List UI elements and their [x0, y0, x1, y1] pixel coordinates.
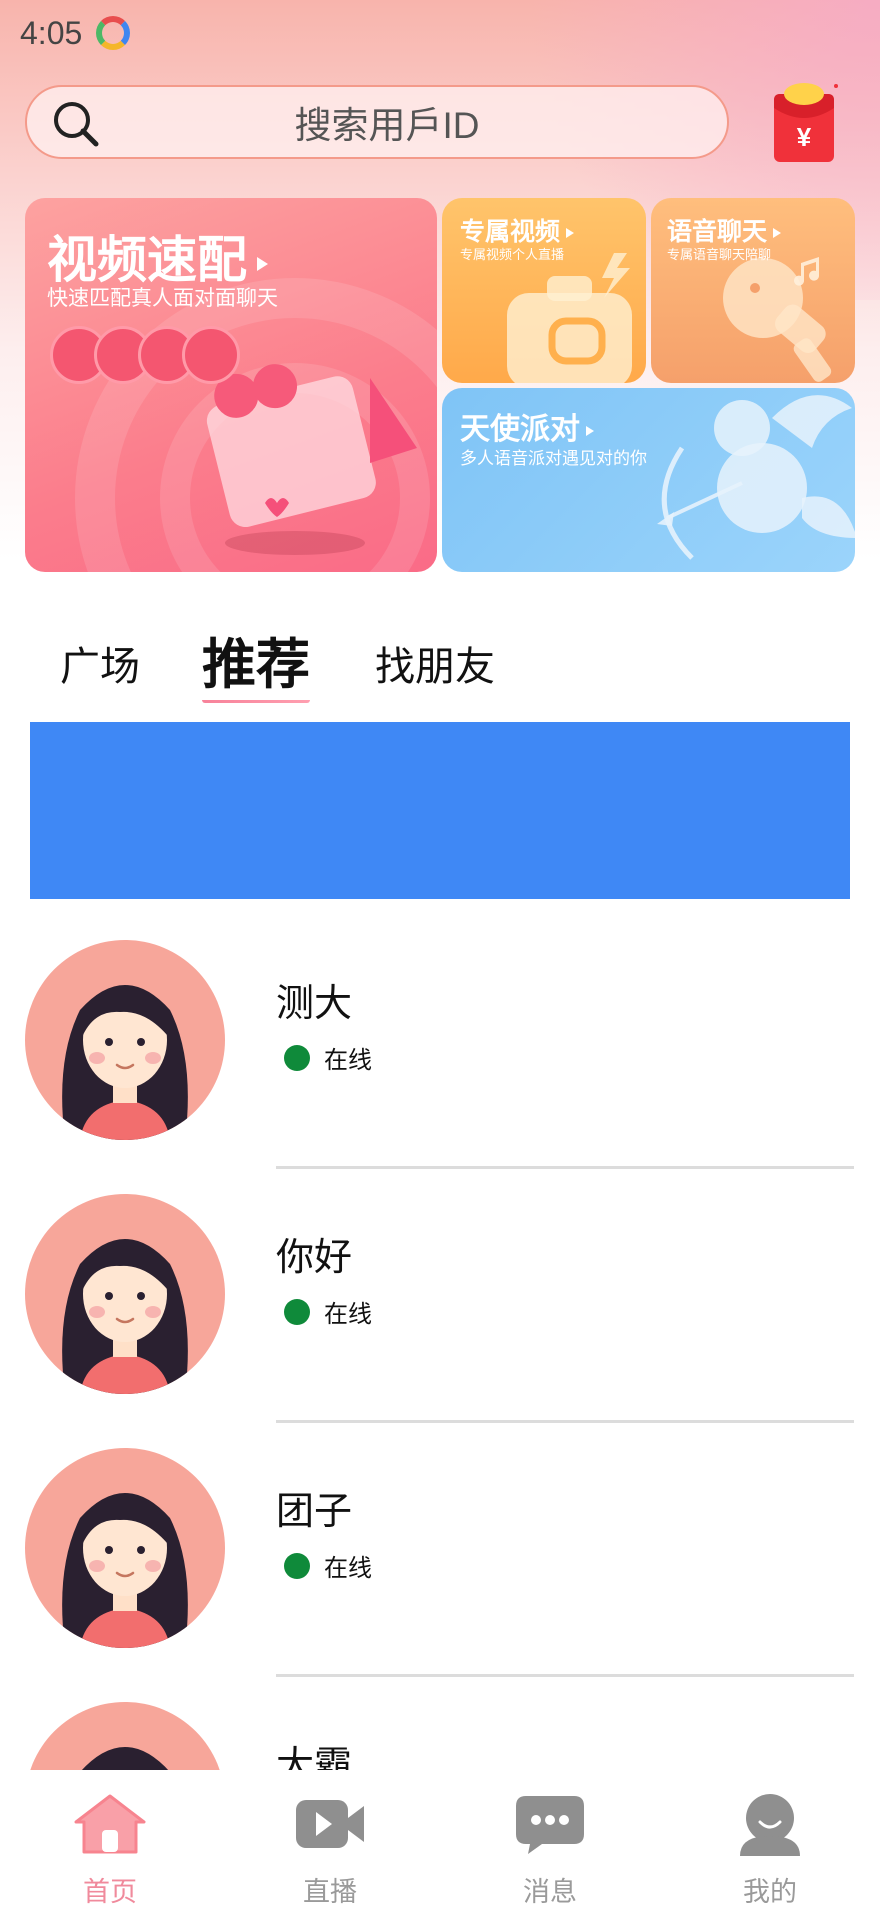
voice-chat-banner[interactable]: 语音聊天 专属语音聊天陪聊	[651, 198, 855, 383]
girl-avatar-illustration	[62, 985, 188, 1140]
avatar	[25, 1194, 225, 1394]
online-status: 在线	[284, 1548, 372, 1583]
divider	[276, 1674, 854, 1677]
home-icon	[74, 1794, 146, 1854]
girl-avatar-illustration	[62, 1239, 188, 1394]
nav-home[interactable]: 首页	[50, 1792, 170, 1909]
nav-profile[interactable]: 我的	[710, 1792, 830, 1909]
online-status: 在线	[284, 1040, 372, 1075]
tab-square[interactable]: 广场	[60, 634, 140, 692]
video-camera-icon	[296, 1800, 364, 1848]
online-dot-icon	[284, 1552, 310, 1579]
status-time: 4:05	[20, 14, 83, 51]
avatar	[25, 940, 225, 1140]
voice-chat-title: 语音聊天	[667, 212, 782, 248]
divider	[276, 1420, 854, 1423]
profile-icon	[740, 1794, 800, 1856]
angel-party-banner[interactable]: 天使派对 多人语音派对遇见对的你	[442, 388, 855, 572]
user-name: 测大	[276, 981, 353, 1025]
tab-find-friends[interactable]: 找朋友	[375, 634, 495, 692]
avatar-dots	[50, 326, 240, 384]
exclusive-video-title: 专属视频	[460, 212, 575, 248]
tab-recommend[interactable]: 推荐	[202, 620, 310, 703]
exclusive-video-banner[interactable]: 专属视频 专属视频个人直播	[442, 198, 646, 383]
chat-bubble-icon	[516, 1796, 584, 1854]
nav-live[interactable]: 直播	[270, 1792, 390, 1909]
voice-chat-subtitle: 专属语音聊天陪聊	[667, 248, 772, 263]
avatar	[25, 1448, 225, 1648]
video-match-banner[interactable]: 视频速配 快速匹配真人面对面聊天	[25, 198, 437, 572]
svg-text:¥: ¥	[797, 122, 812, 152]
angel-party-subtitle: 多人语音派对遇见对的你	[460, 449, 647, 469]
list-item[interactable]: 团子 在线	[0, 1448, 880, 1702]
search-bar[interactable]: 搜索用戶ID	[25, 85, 729, 159]
girl-avatar-illustration	[62, 1493, 188, 1648]
divider	[276, 1166, 854, 1169]
promo-banner[interactable]	[30, 722, 850, 899]
search-icon	[54, 102, 99, 147]
online-dot-icon	[284, 1298, 310, 1325]
app-indicator-icon	[96, 16, 131, 50]
status-bar: 4:05	[20, 8, 131, 58]
bottom-nav: 首页 直播 消息 我的	[0, 1770, 880, 1920]
user-name: 你好	[276, 1235, 353, 1279]
list-item[interactable]: 测大 在线	[0, 940, 880, 1194]
angel-party-title: 天使派对	[460, 404, 594, 448]
list-item[interactable]: 你好 在线	[0, 1194, 880, 1448]
nav-messages[interactable]: 消息	[490, 1792, 610, 1909]
video-match-subtitle: 快速匹配真人面对面聊天	[47, 286, 278, 310]
online-dot-icon	[284, 1044, 310, 1071]
online-status: 在线	[284, 1294, 372, 1329]
red-packet-icon[interactable]: ¥	[770, 82, 840, 164]
exclusive-video-subtitle: 专属视频个人直播	[460, 248, 565, 263]
user-name: 团子	[276, 1489, 353, 1533]
search-placeholder: 搜索用戶ID	[294, 105, 480, 146]
